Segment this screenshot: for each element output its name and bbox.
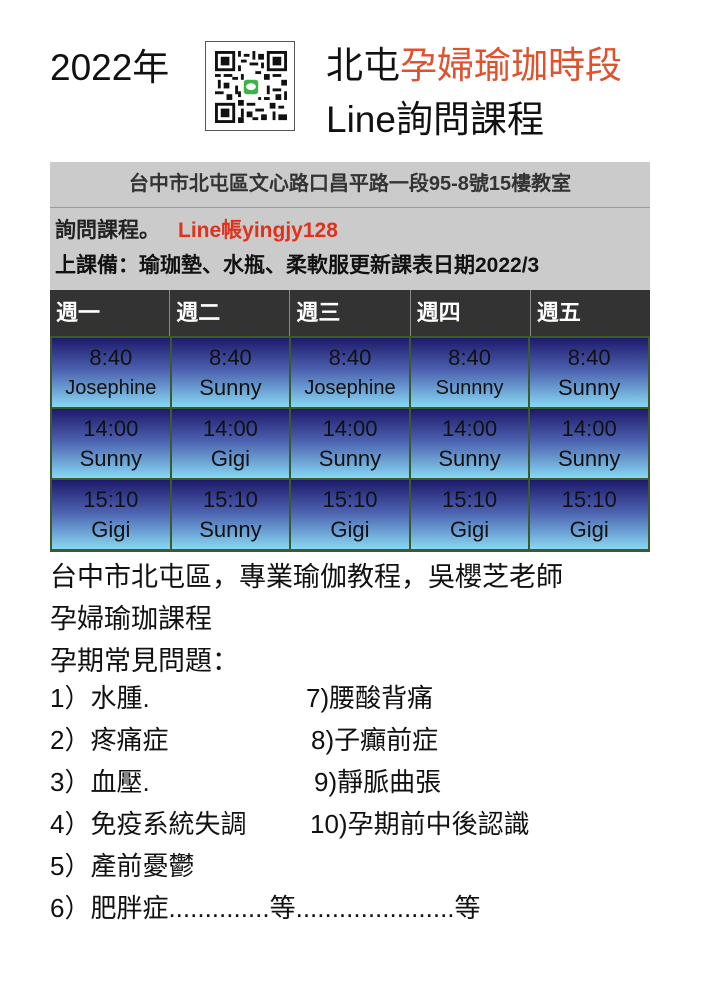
- day-header: 週四: [411, 290, 531, 336]
- slot-teacher: Gigi: [450, 516, 490, 542]
- slot-time: 8:40: [567, 344, 611, 370]
- bring-items: 上課備：瑜珈墊、水瓶、柔軟服更新課表日期2022/3: [55, 254, 540, 277]
- slot-time: 15:10: [202, 486, 258, 512]
- inquiry-line: 詢問課程。 Line帳yingjy128: [55, 208, 650, 251]
- class-slot: 8:40 Josephine: [291, 338, 411, 407]
- address-row: 台中市北屯區文心路口昌平路一段95-8號15樓教室: [50, 162, 650, 208]
- slot-teacher: Sunny: [438, 445, 501, 471]
- inquiry-label: 詢問課程。: [55, 219, 160, 242]
- slot-time: 14:00: [442, 415, 498, 441]
- class-slot: 15:10 Gigi: [410, 480, 531, 549]
- slot-teacher: Sunny: [557, 374, 621, 400]
- slot-teacher: Sunny: [79, 445, 142, 471]
- slot-time: 8:40: [208, 344, 252, 370]
- slot-teacher: Sunny: [318, 445, 382, 471]
- slot-teacher: Gigi: [330, 516, 370, 542]
- slot-time: 14:00: [202, 415, 258, 441]
- table-row: 14:00 Sunny 14:00 Gigi 14:00 Sunny 14:00 Sun…: [52, 409, 648, 480]
- qr-code-graphic: [215, 51, 287, 123]
- slot-time: 8:40: [328, 344, 372, 370]
- slot-teacher: Sunny: [557, 445, 621, 471]
- slot-time: 15:10: [442, 486, 498, 512]
- issue-left: 5）產前憂鬱: [50, 851, 195, 881]
- table-row: 8:40 Josephine 8:40 Sunny 8:40 Josephine 8:…: [52, 338, 648, 409]
- day-header: 週三: [290, 290, 411, 336]
- issue-right: 9)靜脈曲張: [314, 767, 442, 797]
- class-slot: 15:10 Gigi: [52, 480, 172, 549]
- line-qr-code-icon[interactable]: [205, 41, 295, 131]
- info-block: 詢問課程。 Line帳yingjy128 上課備：瑜珈墊、水瓶、柔軟服更新課表日期…: [50, 208, 650, 290]
- issue-left: 2）疼痛症: [50, 725, 169, 755]
- slot-time: 14:00: [561, 415, 617, 441]
- class-slot: 15:10 Sunny: [171, 480, 292, 549]
- issue-right: 8)子癲前症: [311, 725, 439, 755]
- slot-teacher: Gigi: [569, 516, 609, 542]
- line-account[interactable]: Line帳yingjy128: [178, 219, 338, 242]
- class-slot: 8:40 Sunny: [530, 338, 648, 407]
- slot-time: 15:10: [322, 486, 378, 512]
- class-slot: 14:00 Sunny: [291, 409, 411, 478]
- page-subtitle: Line詢問課程: [326, 99, 544, 140]
- schedule-grid: 8:40 Josephine 8:40 Sunny 8:40 Josephine 8:…: [50, 336, 650, 552]
- schedule-table: 台中市北屯區文心路口昌平路一段95-8號15樓教室 詢問課程。 Line帳ying…: [50, 162, 650, 552]
- description: 台中市北屯區，專業瑜伽教程，吳櫻芝老師 孕婦瑜珈課程 孕期常見問題：: [50, 556, 563, 682]
- day-header: 週一: [50, 290, 171, 336]
- slot-time: 8:40: [89, 344, 133, 370]
- title-highlight: 孕婦瑜珈時段: [400, 45, 622, 86]
- slot-teacher: Sunny: [199, 374, 262, 400]
- issue-left: 6）肥胖症..............等....................…: [50, 893, 481, 923]
- slot-teacher: Gigi: [210, 445, 250, 471]
- class-slot: 8:40 Josephine: [52, 338, 172, 407]
- slot-time: 14:00: [83, 415, 139, 441]
- day-header: 週五: [536, 300, 581, 325]
- class-slot: 8:40 Sunnny: [410, 338, 531, 407]
- issue-left: 3）血壓.: [50, 767, 150, 797]
- slot-teacher: Josephine: [304, 376, 396, 399]
- class-slot: 8:40 Sunny: [171, 338, 292, 407]
- slot-teacher: Sunnny: [435, 376, 504, 399]
- title-prefix: 北屯: [326, 45, 400, 86]
- class-slot: 14:00 Sunny: [52, 409, 172, 478]
- slot-time: 14:00: [322, 415, 378, 441]
- issue-left: 1）水腫.: [50, 683, 150, 713]
- issue-right: 7)腰酸背痛: [306, 683, 434, 713]
- slot-time: 8:40: [448, 344, 491, 370]
- issue-left: 4）免疫系統失調: [50, 809, 247, 839]
- slot-time: 15:10: [83, 486, 139, 512]
- slot-teacher: Sunny: [199, 516, 262, 542]
- day-header-row: 週一 週二 週三 週四 週五: [50, 290, 650, 336]
- class-slot: 14:00 Sunny: [410, 409, 531, 478]
- year-label: 2022年: [50, 47, 170, 88]
- day-header: 週二: [170, 290, 291, 336]
- description-line: 孕期常見問題：: [50, 646, 239, 676]
- slot-teacher: Gigi: [91, 516, 131, 542]
- slot-time: 15:10: [561, 486, 617, 512]
- description-line: 孕婦瑜珈課程: [50, 604, 212, 634]
- slot-teacher: Josephine: [65, 376, 157, 399]
- page-title: 北屯孕婦瑜珈時段: [326, 42, 622, 90]
- class-slot: 15:10 Gigi: [530, 480, 648, 549]
- issue-right: 10)孕期前中後認識: [310, 809, 530, 839]
- class-slot: 15:10 Gigi: [291, 480, 411, 549]
- table-row: 15:10 Gigi 15:10 Sunny 15:10 Gigi 15:10 Gigi…: [52, 480, 648, 551]
- class-slot: 14:00 Sunny: [530, 409, 648, 478]
- description-line: 台中市北屯區，專業瑜伽教程，吳櫻芝老師: [50, 562, 563, 592]
- class-slot: 14:00 Gigi: [171, 409, 292, 478]
